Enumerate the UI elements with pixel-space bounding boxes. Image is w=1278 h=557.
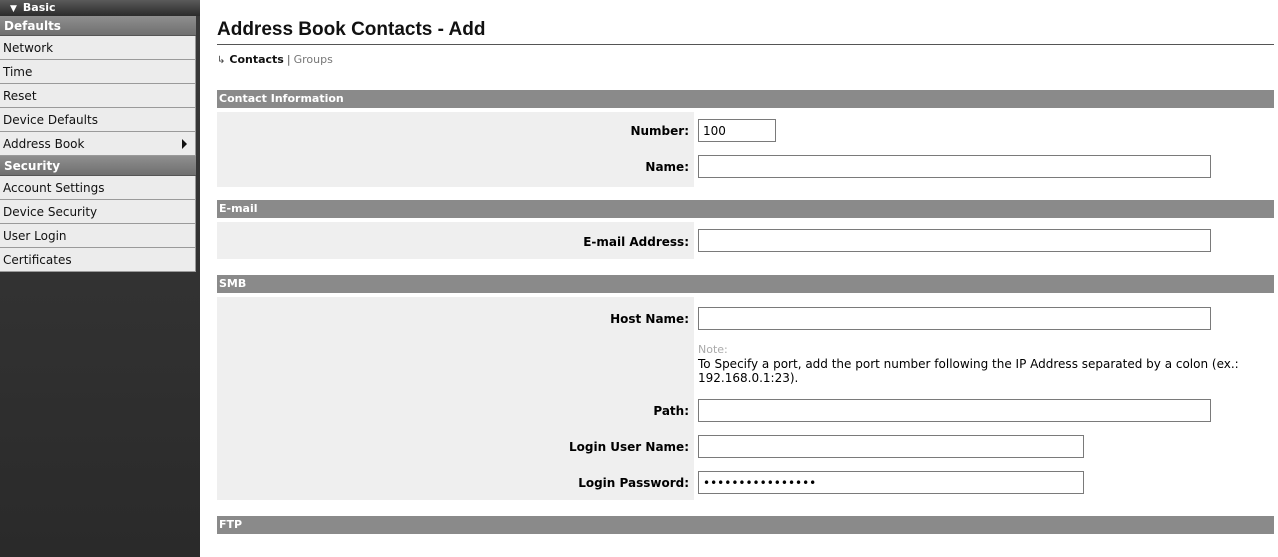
sidebar-item-certificates[interactable]: Certificates xyxy=(0,248,196,272)
number-input[interactable] xyxy=(698,119,776,142)
sidebar-item-address-book[interactable]: Address Book xyxy=(0,132,196,156)
sidebar-item-label: Address Book xyxy=(3,137,85,151)
note-label: Note: xyxy=(698,343,728,356)
sidebar-item-device-security[interactable]: Device Security xyxy=(0,200,196,224)
subnav-groups-link[interactable]: Groups xyxy=(294,53,333,66)
sidebar-item-user-login[interactable]: User Login xyxy=(0,224,196,248)
path-label: Path: xyxy=(653,404,689,418)
login-user-name-label: Login User Name: xyxy=(568,440,689,454)
sidebar: ▼ Basic Defaults Network Time Reset Devic… xyxy=(0,0,200,557)
sidebar-item-time[interactable]: Time xyxy=(0,60,196,84)
sidebar-section-defaults: Defaults xyxy=(0,16,196,36)
smb-label-panel xyxy=(217,297,694,500)
section-header-email: E-mail xyxy=(217,200,1274,218)
sidebar-section-security: Security xyxy=(0,156,196,176)
subnav-contacts: Contacts xyxy=(229,53,284,66)
chevron-right-icon xyxy=(182,139,187,149)
note-text: To Specify a port, add the port number f… xyxy=(698,357,1239,385)
sidebar-item-account-settings[interactable]: Account Settings xyxy=(0,176,196,200)
section-header-smb: SMB xyxy=(217,275,1274,293)
email-address-input[interactable] xyxy=(698,229,1211,252)
path-input[interactable] xyxy=(698,399,1211,422)
page-title: Address Book Contacts - Add xyxy=(217,19,486,40)
section-header-contact-information: Contact Information xyxy=(217,90,1274,108)
triangle-down-icon: ▼ xyxy=(10,4,17,14)
name-label: Name: xyxy=(645,160,689,174)
number-label: Number: xyxy=(630,124,689,138)
name-input[interactable] xyxy=(698,155,1211,178)
sidebar-item-reset[interactable]: Reset xyxy=(0,84,196,108)
title-divider xyxy=(217,44,1274,45)
sidebar-basic-header[interactable]: ▼ Basic xyxy=(0,0,200,16)
breadcrumb: ↳ Contacts | Groups xyxy=(217,53,333,66)
login-user-name-input[interactable] xyxy=(698,435,1084,458)
sidebar-item-network[interactable]: Network xyxy=(0,36,196,60)
main-content: Address Book Contacts - Add ↳ Contacts | Gr… xyxy=(217,0,1274,557)
sidebar-basic-label: Basic xyxy=(22,1,56,14)
host-name-label: Host Name: xyxy=(610,312,689,326)
email-address-label: E-mail Address: xyxy=(583,235,689,249)
sidebar-item-device-defaults[interactable]: Device Defaults xyxy=(0,108,196,132)
subnav-separator: | xyxy=(286,53,291,66)
host-name-input[interactable] xyxy=(698,307,1211,330)
subnav-arrow-icon: ↳ xyxy=(217,55,226,66)
section-header-ftp: FTP xyxy=(217,516,1274,534)
login-password-input[interactable] xyxy=(698,471,1084,494)
login-password-label: Login Password: xyxy=(578,476,689,490)
